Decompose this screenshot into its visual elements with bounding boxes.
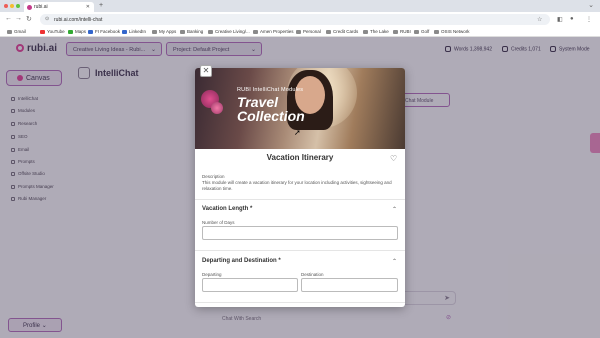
bookmark-item[interactable]: Amen Properties bbox=[253, 29, 294, 34]
browser-tab[interactable]: rubi.ai ✕ bbox=[24, 2, 94, 12]
new-tab-icon[interactable]: + bbox=[99, 2, 103, 9]
bookmark-item[interactable]: FI Facebook bbox=[88, 29, 120, 34]
bookmark-item[interactable]: Banking bbox=[180, 29, 203, 34]
module-modal: RUBI IntelliChat Modules Travel Collecti… bbox=[195, 68, 405, 307]
reload-icon[interactable]: ↻ bbox=[26, 15, 32, 23]
divider bbox=[195, 199, 405, 200]
mouse-cursor-icon: ➚ bbox=[294, 128, 301, 137]
favorite-heart-icon[interactable]: ♡ bbox=[390, 154, 397, 163]
departing-input[interactable] bbox=[202, 278, 298, 292]
browser-tab-bar: rubi.ai ✕ + ⌄ bbox=[0, 0, 600, 12]
section-title-departing-destination[interactable]: Departing and Destination * bbox=[202, 258, 281, 264]
bookmark-item[interactable]: Credit Cards bbox=[326, 29, 358, 34]
divider bbox=[195, 250, 405, 251]
hero-subtitle: RUBI IntelliChat Modules bbox=[237, 87, 304, 93]
bookmark-item[interactable]: Golf bbox=[414, 29, 429, 34]
site-info-icon[interactable]: ⊙ bbox=[45, 16, 49, 22]
close-tab-icon[interactable]: ✕ bbox=[86, 4, 90, 10]
bookmark-item[interactable]: Gmail bbox=[7, 29, 26, 34]
tab-list-icon[interactable]: ⌄ bbox=[588, 1, 594, 9]
address-bar[interactable]: ⊙ rubi.ai.com/intelli-chat bbox=[40, 14, 550, 25]
description-text: This module will create a vacation itine… bbox=[202, 180, 392, 191]
close-window-icon[interactable] bbox=[4, 4, 8, 8]
destination-label: Destination bbox=[301, 272, 324, 277]
browser-menu-icon[interactable]: ⋮ bbox=[586, 16, 592, 23]
chevron-up-icon[interactable]: ⌃ bbox=[392, 258, 397, 265]
destination-input[interactable] bbox=[301, 278, 398, 292]
hero-title-line2: Collection bbox=[237, 108, 305, 124]
chevron-up-icon[interactable]: ⌃ bbox=[392, 206, 397, 213]
bookmark-item[interactable]: OSIS Network bbox=[434, 29, 470, 34]
minimize-window-icon[interactable] bbox=[10, 4, 14, 8]
profile-avatar-icon[interactable]: ● bbox=[570, 16, 574, 22]
departing-label: Departing bbox=[202, 272, 222, 277]
bookmark-item[interactable]: The Lake bbox=[363, 29, 389, 34]
browser-toolbar: ← → ↻ ⊙ rubi.ai.com/intelli-chat ☆ ◧ ● ⋮ bbox=[0, 12, 600, 27]
maximize-window-icon[interactable] bbox=[16, 4, 20, 8]
number-of-days-label: Number of Days bbox=[202, 220, 235, 225]
bookmark-item[interactable]: Maps bbox=[68, 29, 86, 34]
forward-icon[interactable]: → bbox=[15, 15, 22, 22]
bookmark-item[interactable]: Personal bbox=[296, 29, 321, 34]
divider bbox=[195, 302, 405, 303]
bookmark-item[interactable]: YouTube bbox=[40, 29, 65, 34]
bookmark-item[interactable]: LinkedIn bbox=[122, 29, 146, 34]
rubi-favicon-icon bbox=[27, 5, 32, 10]
bookmarks-bar: Gmail YouTube Maps FI Facebook LinkedIn … bbox=[0, 27, 600, 37]
tab-title: rubi.ai bbox=[34, 4, 48, 10]
close-modal-icon[interactable]: ✕ bbox=[200, 65, 212, 77]
back-icon[interactable]: ← bbox=[5, 15, 12, 22]
modal-title: Vacation Itinerary bbox=[266, 153, 334, 162]
extensions-icon[interactable]: ◧ bbox=[557, 16, 563, 23]
bookmark-item[interactable]: My Apps bbox=[152, 29, 176, 34]
url-text: rubi.ai.com/intelli-chat bbox=[54, 17, 103, 23]
bookmark-item[interactable]: Creative Living/... bbox=[208, 29, 250, 34]
modal-hero-image: RUBI IntelliChat Modules Travel Collecti… bbox=[195, 68, 405, 149]
bookmark-star-icon[interactable]: ☆ bbox=[537, 16, 542, 23]
section-title-vacation-length[interactable]: Vacation Length * bbox=[202, 206, 252, 212]
description-label: Description bbox=[202, 174, 225, 179]
bookmark-item[interactable]: RUBI bbox=[393, 29, 411, 34]
number-of-days-input[interactable] bbox=[202, 226, 398, 240]
